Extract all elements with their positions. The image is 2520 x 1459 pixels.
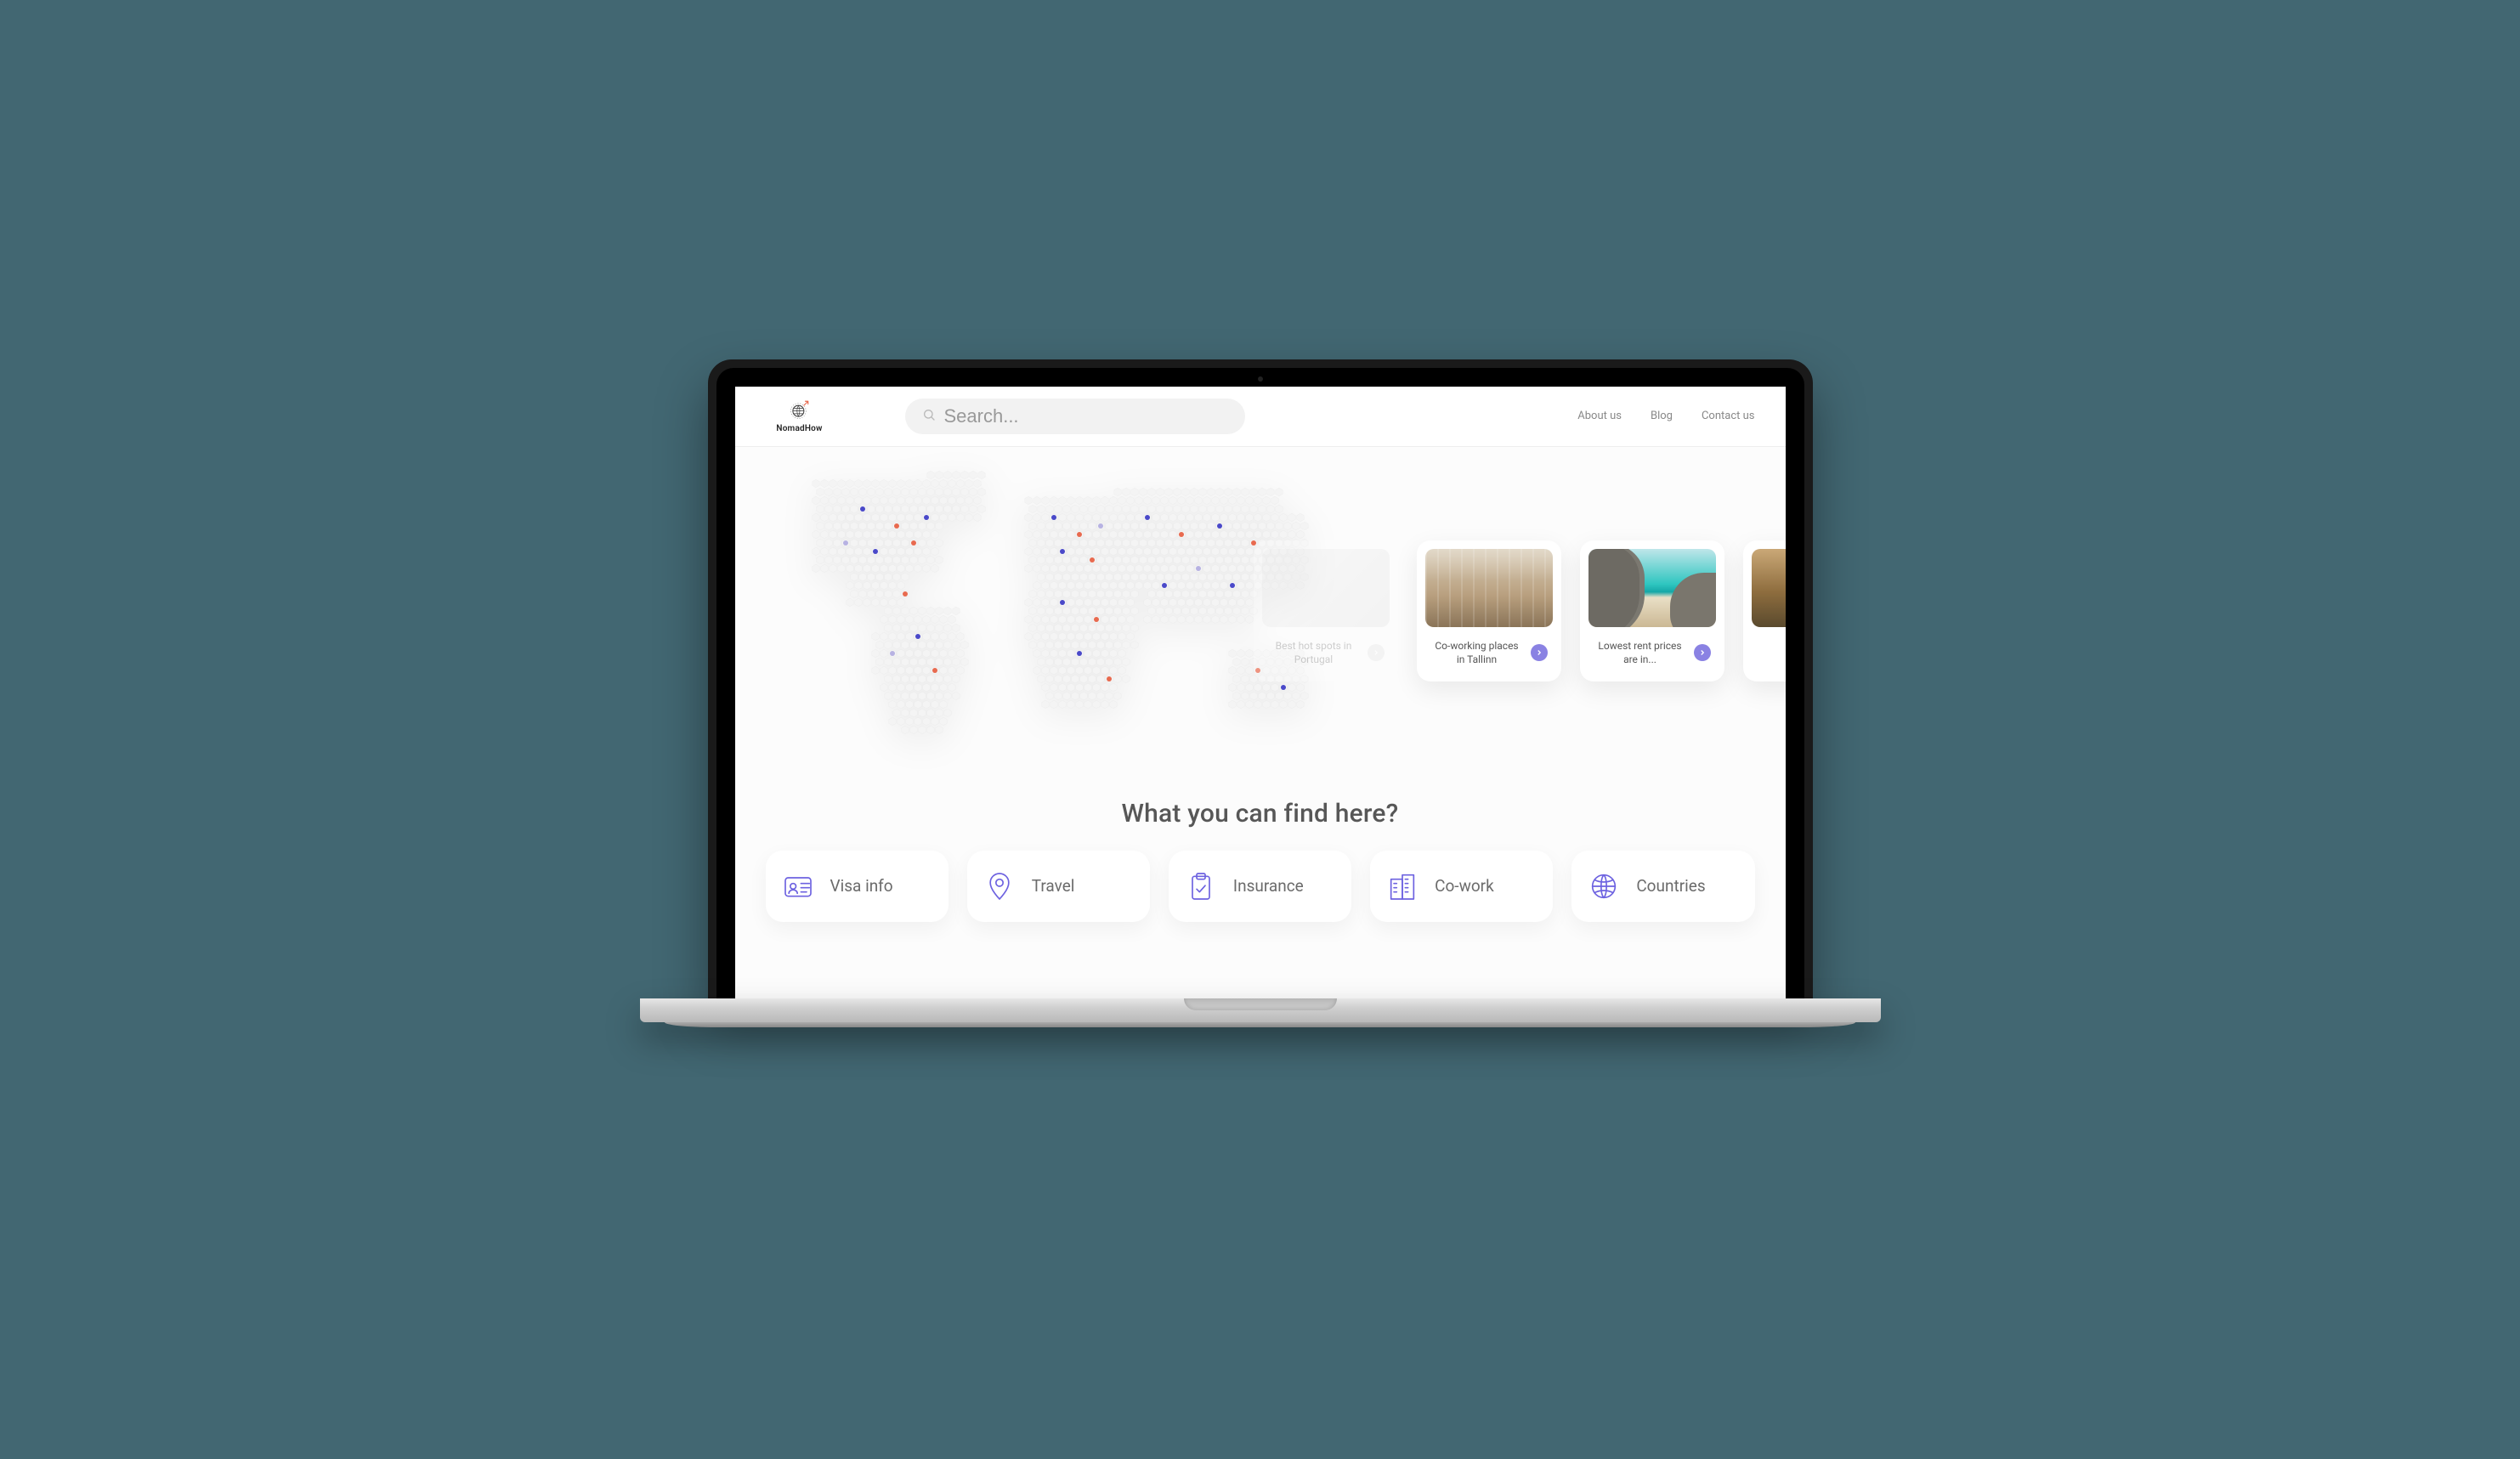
card-title: Lowest rent prices are in... — [1594, 639, 1687, 666]
logo-text: NomadHow — [776, 424, 822, 433]
nav-blog[interactable]: Blog — [1651, 410, 1673, 422]
card-carousel[interactable]: Best hot spots in Portugal Co-working pl… — [1254, 540, 1786, 681]
id-card-icon — [781, 869, 815, 903]
camera-dot — [1258, 376, 1263, 382]
article-card[interactable]: Co-working places in Tallinn — [1417, 540, 1561, 681]
category-visa[interactable]: Visa info — [766, 851, 949, 922]
card-title: Co-working places in Tallinn — [1430, 639, 1524, 666]
buildings-icon — [1385, 869, 1419, 903]
hero: Best hot spots in Portugal Co-working pl… — [735, 447, 1786, 770]
category-label: Visa info — [830, 876, 893, 896]
categories-row: Visa info Travel — [735, 851, 1786, 939]
article-card[interactable]: Best hot spots in Portugal — [1254, 540, 1398, 681]
logo[interactable]: NomadHow — [766, 399, 834, 433]
card-image — [1425, 549, 1553, 627]
trackpad-notch — [1184, 998, 1337, 1010]
globe-icon — [1587, 869, 1621, 903]
search-input[interactable] — [944, 405, 1228, 427]
category-label: Countries — [1636, 876, 1705, 896]
clipboard-check-icon — [1184, 869, 1218, 903]
category-travel[interactable]: Travel — [967, 851, 1150, 922]
card-title: Best hot spots in Portugal — [1267, 639, 1361, 666]
map-pin-icon — [983, 869, 1016, 903]
chevron-right-icon[interactable] — [1694, 644, 1711, 661]
article-card[interactable]: Lowest rent prices are in... — [1580, 540, 1724, 681]
card-image — [1262, 549, 1390, 627]
globe-arrow-icon — [789, 399, 811, 421]
article-card[interactable]: W — [1743, 540, 1786, 681]
card-image — [1588, 549, 1716, 627]
header-nav: About us Blog Contact us — [1577, 410, 1754, 422]
laptop-frame: NomadHow About us — [708, 359, 1813, 1032]
section-title: What you can find here? — [735, 799, 1786, 828]
viewport: NomadHow About us — [735, 387, 1786, 998]
nav-about[interactable]: About us — [1577, 410, 1622, 422]
category-label: Travel — [1032, 876, 1075, 896]
category-label: Co-work — [1435, 876, 1494, 896]
category-label: Insurance — [1233, 876, 1304, 896]
search-box[interactable] — [905, 399, 1245, 434]
category-cowork[interactable]: Co-work — [1370, 851, 1553, 922]
world-map — [769, 462, 1313, 751]
laptop-base — [640, 998, 1881, 1022]
chevron-right-icon[interactable] — [1368, 644, 1385, 661]
nav-contact[interactable]: Contact us — [1702, 410, 1755, 422]
chevron-right-icon[interactable] — [1531, 644, 1548, 661]
search-icon — [922, 408, 936, 425]
category-countries[interactable]: Countries — [1571, 851, 1754, 922]
header: NomadHow About us — [735, 387, 1786, 447]
category-insurance[interactable]: Insurance — [1169, 851, 1351, 922]
card-image — [1752, 549, 1786, 627]
